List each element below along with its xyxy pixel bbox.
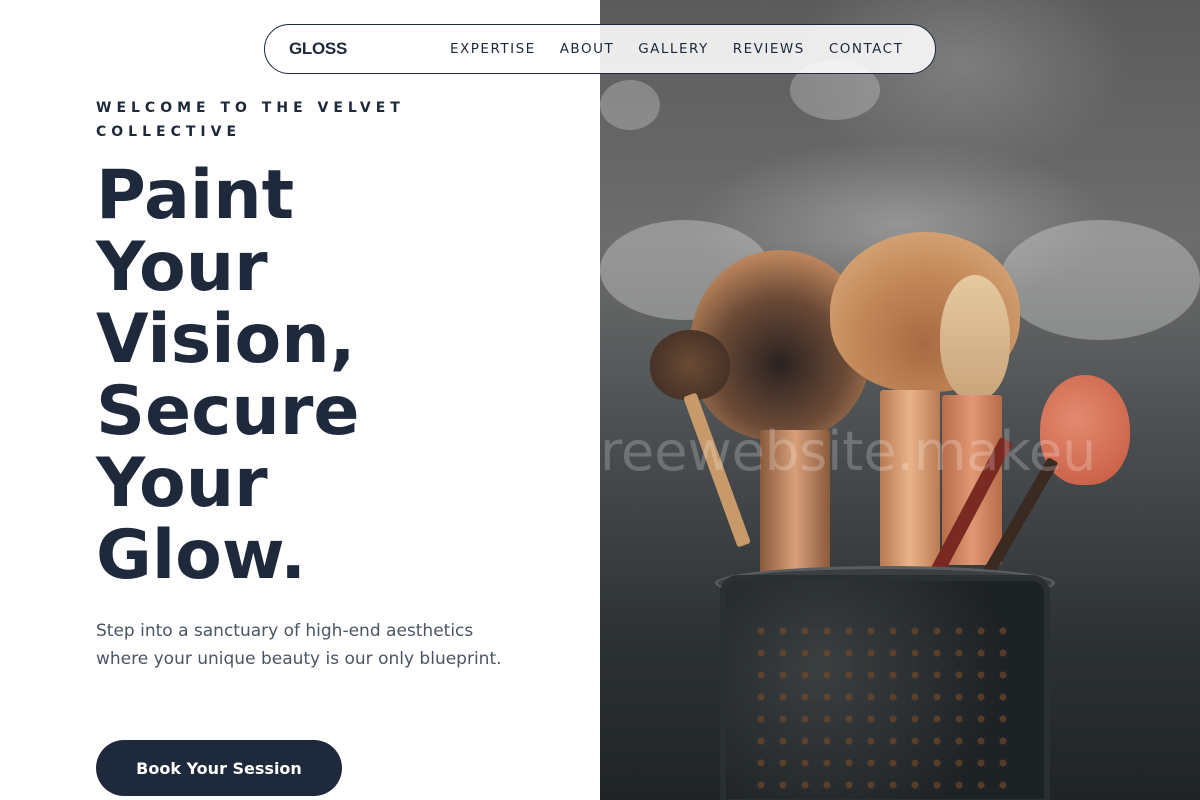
angled-brush xyxy=(650,330,730,400)
headline-line: Your xyxy=(96,228,268,307)
headline-line: Paint xyxy=(96,156,295,235)
hero-image-makeup-brushes: reewebsite.makeu xyxy=(600,0,1200,800)
nav-link-gallery[interactable]: GALLERY xyxy=(638,41,709,57)
nav-link-about[interactable]: ABOUT xyxy=(560,41,615,57)
hero-eyebrow: WELCOME TO THE VELVET COLLECTIVE xyxy=(96,100,405,140)
hero-headline: Paint Your Vision, Secure Your Glow. xyxy=(96,160,516,592)
hero-lead-text: Step into a sanctuary of high-end aesthe… xyxy=(96,621,502,669)
top-navigation: GLOSS EXPERTISE ABOUT GALLERY REVIEWS CO… xyxy=(264,24,936,74)
nav-menu: EXPERTISE ABOUT GALLERY REVIEWS CONTACT xyxy=(450,41,903,57)
book-session-button[interactable]: Book Your Session xyxy=(96,740,342,796)
contour-brush xyxy=(940,275,1010,400)
nav-link-reviews[interactable]: REVIEWS xyxy=(733,41,805,57)
hero-text-panel: WELCOME TO THE VELVET COLLECTIVE Paint Y… xyxy=(0,0,600,800)
brush-ferrule xyxy=(880,390,940,580)
image-watermark: reewebsite.makeu xyxy=(600,420,1097,483)
headline-line: Secure xyxy=(96,372,360,451)
nav-link-expertise[interactable]: EXPERTISE xyxy=(450,41,536,57)
page: WELCOME TO THE VELVET COLLECTIVE Paint Y… xyxy=(0,0,1200,800)
brand-logo[interactable]: GLOSS xyxy=(289,39,347,59)
nav-link-contact[interactable]: CONTACT xyxy=(829,41,904,57)
bokeh-light xyxy=(1000,220,1200,340)
headline-line: Glow. xyxy=(96,516,307,595)
brush-cup-pattern xyxy=(750,620,1010,790)
headline-line: Vision, xyxy=(96,300,356,379)
headline-line: Your xyxy=(96,444,268,523)
bokeh-light xyxy=(600,80,660,130)
